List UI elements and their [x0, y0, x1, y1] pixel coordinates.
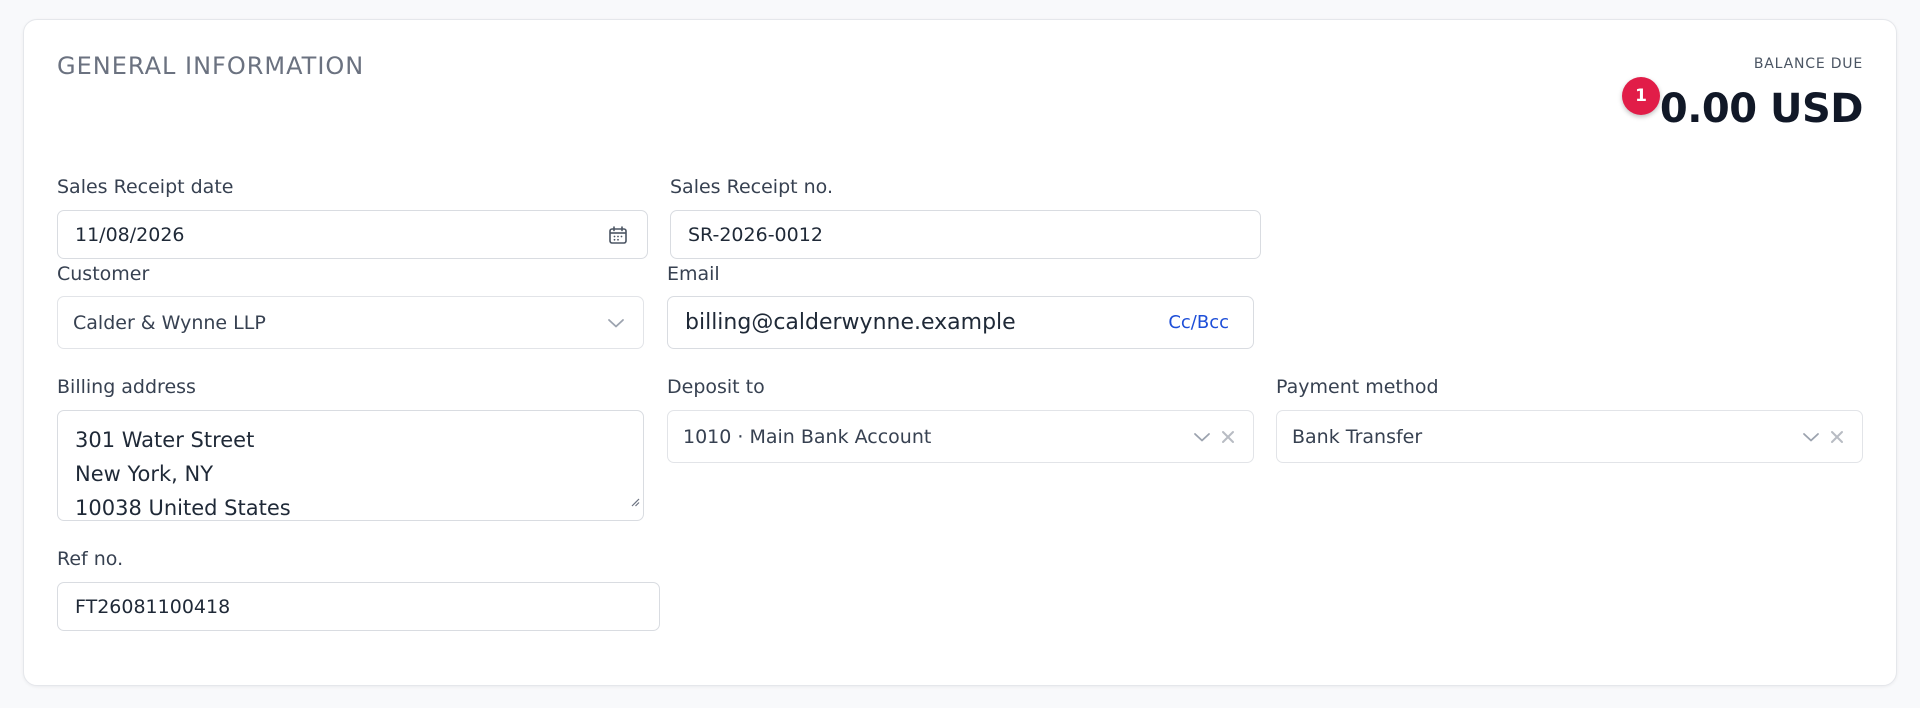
receipt-no-value: SR-2026-0012: [688, 223, 823, 246]
payment-method-value: Bank Transfer: [1292, 425, 1423, 448]
receipt-date-value: 11/08/2026: [75, 223, 185, 246]
ref-no-label: Ref no.: [57, 548, 124, 570]
customer-label: Customer: [57, 263, 150, 285]
calendar-icon[interactable]: [608, 225, 628, 245]
section-title: GENERAL INFORMATION: [57, 52, 365, 80]
email-input[interactable]: billing@calderwynne.example Cc/Bcc: [667, 296, 1254, 349]
close-icon[interactable]: [1221, 430, 1235, 444]
close-icon[interactable]: [1830, 430, 1844, 444]
chevron-down-icon[interactable]: [1802, 431, 1820, 443]
billing-address-line-2: New York, NY: [75, 462, 214, 486]
receipt-date-input[interactable]: 11/08/2026: [57, 210, 648, 259]
payment-method-select[interactable]: Bank Transfer: [1276, 410, 1863, 463]
ref-no-value: FT26081100418: [75, 595, 231, 618]
email-value: billing@calderwynne.example: [685, 310, 1016, 335]
resize-handle-icon[interactable]: [630, 483, 640, 517]
chevron-down-icon[interactable]: [1193, 431, 1211, 443]
deposit-to-label: Deposit to: [667, 376, 765, 398]
billing-address-line-3: 10038 United States: [75, 496, 291, 520]
billing-address-line-1: 301 Water Street: [75, 428, 255, 452]
receipt-no-input[interactable]: SR-2026-0012: [670, 210, 1261, 259]
balance-due-value: 0.00 USD: [1659, 86, 1864, 132]
payment-method-label: Payment method: [1276, 376, 1439, 398]
deposit-to-value: 1010 · Main Bank Account: [683, 425, 932, 448]
deposit-to-select[interactable]: 1010 · Main Bank Account: [667, 410, 1254, 463]
customer-value: Calder & Wynne LLP: [73, 311, 266, 334]
receipt-date-label: Sales Receipt date: [57, 176, 234, 198]
billing-address-label: Billing address: [57, 376, 196, 398]
billing-address-textarea[interactable]: 301 Water Street New York, NY 10038 Unit…: [57, 410, 644, 521]
receipt-no-label: Sales Receipt no.: [670, 176, 833, 198]
ref-no-input[interactable]: FT26081100418: [57, 582, 660, 631]
cc-bcc-link[interactable]: Cc/Bcc: [1168, 312, 1229, 333]
notification-badge[interactable]: 1: [1622, 77, 1660, 115]
chevron-down-icon[interactable]: [607, 317, 625, 329]
balance-due-label: BALANCE DUE: [1753, 56, 1863, 72]
email-label: Email: [667, 263, 720, 285]
customer-select[interactable]: Calder & Wynne LLP: [57, 296, 644, 349]
